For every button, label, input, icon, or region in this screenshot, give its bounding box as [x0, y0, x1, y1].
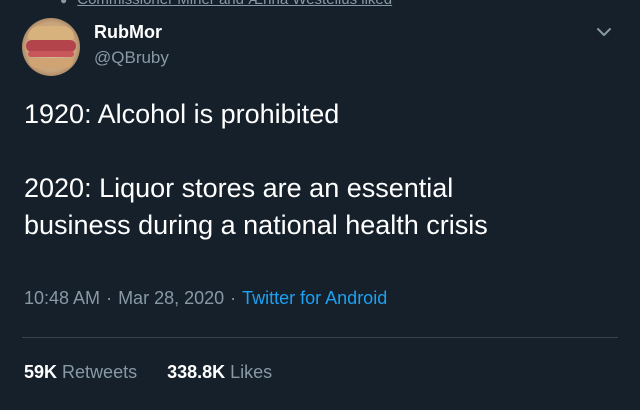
likes-label: Likes: [230, 362, 273, 382]
social-context-text[interactable]: Commissioner Miner and Ænna Westelius li…: [77, 0, 392, 8]
chevron-down-icon[interactable]: [594, 22, 614, 42]
retweets-stat[interactable]: 59K Retweets: [24, 362, 137, 383]
line-spacer: [24, 133, 624, 170]
tweet-date[interactable]: Mar 28, 2020: [118, 288, 224, 309]
sandwich-bun-top: [28, 26, 74, 40]
tweet-source-link[interactable]: Twitter for Android: [242, 288, 387, 309]
heart-icon: ●: [60, 0, 67, 7]
tweet-meta: 10:48 AM · Mar 28, 2020 · Twitter for An…: [24, 288, 387, 309]
tweet-line-2: 2020: Liquor stores are an essential: [24, 173, 454, 203]
retweets-count: 59K: [24, 362, 58, 382]
tweet-stats: 59K Retweets 338.8K Likes: [24, 362, 272, 383]
tweet-detail: ● Commissioner Miner and Ænna Westelius …: [0, 0, 640, 410]
tweet-text: 1920: Alcohol is prohibited 2020: Liquor…: [24, 96, 624, 244]
avatar[interactable]: [22, 18, 80, 76]
tweet-time[interactable]: 10:48 AM: [24, 288, 100, 309]
author-names: RubMor @QBruby: [94, 20, 169, 70]
display-name[interactable]: RubMor: [94, 20, 169, 44]
likes-count: 338.8K: [167, 362, 226, 382]
social-context[interactable]: ● Commissioner Miner and Ænna Westelius …: [60, 0, 392, 8]
divider: [22, 337, 618, 338]
tweet-header: RubMor @QBruby: [22, 18, 169, 76]
tweet-line-1: 1920: Alcohol is prohibited: [24, 99, 340, 129]
likes-stat[interactable]: 338.8K Likes: [167, 362, 272, 383]
sandwich-meat-lower: [28, 51, 74, 57]
user-handle[interactable]: @QBruby: [94, 46, 169, 70]
meta-separator: ·: [106, 288, 113, 308]
meta-separator: ·: [230, 288, 237, 308]
sandwich-bun-bottom: [29, 58, 73, 68]
retweets-label: Retweets: [62, 362, 138, 382]
tweet-line-3: business during a national health crisis: [24, 210, 488, 240]
